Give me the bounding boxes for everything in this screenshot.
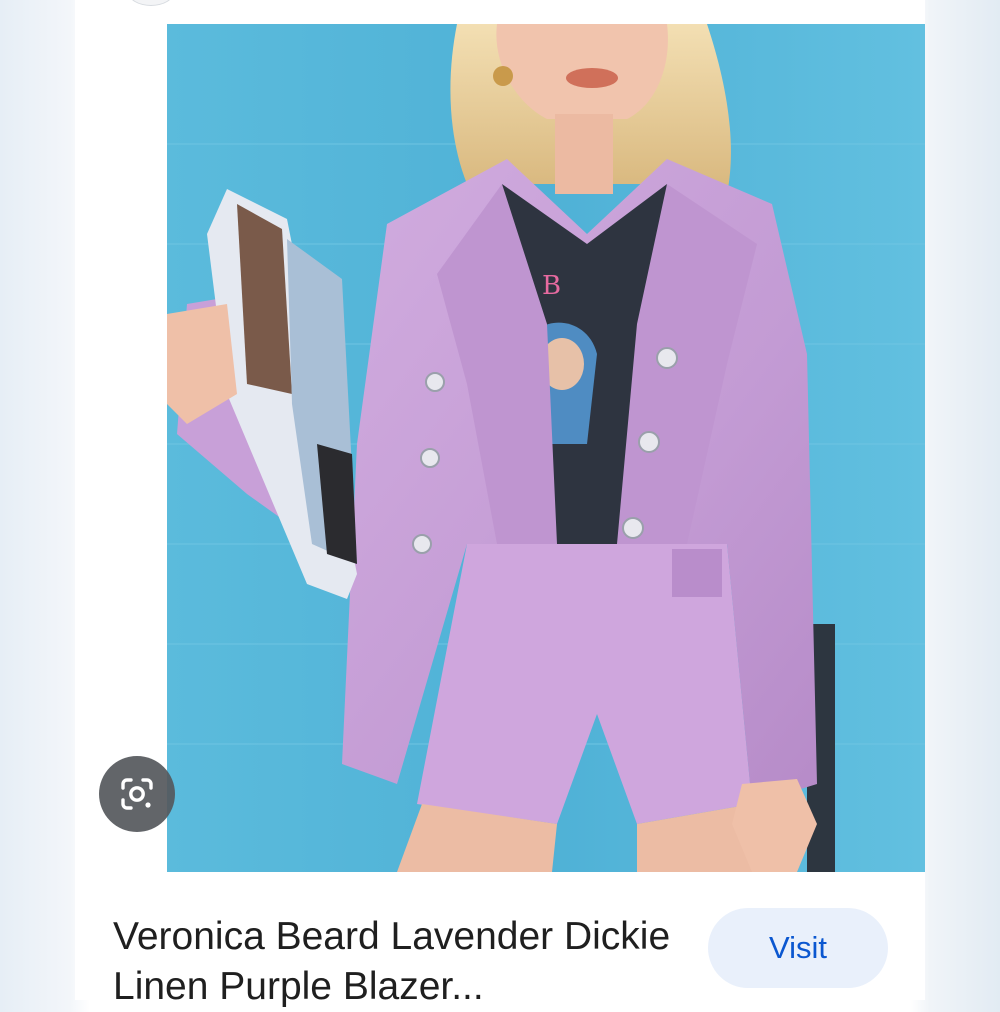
svg-text:B: B — [542, 271, 561, 301]
result-photo-illustration: B — [167, 24, 925, 872]
google-lens-icon — [121, 778, 153, 810]
result-image[interactable]: B — [167, 24, 925, 872]
visit-button[interactable]: Visit — [708, 908, 888, 988]
result-title[interactable]: Veronica Beard Lavender Dickie Linen Pur… — [113, 912, 683, 1012]
google-lens-button[interactable] — [99, 756, 175, 832]
